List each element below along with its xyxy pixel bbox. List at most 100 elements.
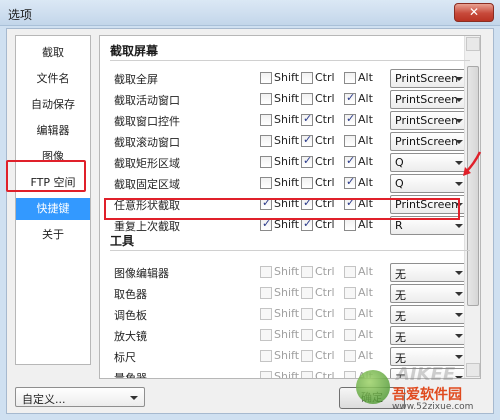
hotkey-row: 截取矩形区域 Shift Ctrl Alt Q [100, 152, 468, 173]
ctrl-checkbox[interactable] [301, 133, 313, 147]
chevron-down-icon [455, 334, 463, 338]
scroll-down-button[interactable] [466, 363, 480, 377]
key-dropdown[interactable]: 无 [390, 284, 468, 303]
alt-checkbox[interactable] [344, 91, 356, 105]
ctrl-checkbox[interactable] [301, 177, 313, 189]
scroll-thumb[interactable] [467, 66, 479, 306]
ctrl-label: Ctrl [315, 328, 335, 341]
key-dropdown[interactable]: R [390, 216, 468, 235]
hotkey-label: 截取矩形区域 [114, 157, 180, 170]
sidebar-item[interactable]: 文件名 [16, 68, 90, 90]
key-value: PrintScreen [395, 72, 459, 85]
ctrl-checkbox [301, 350, 313, 362]
hotkey-row: 截取固定区域 Shift Ctrl Alt Q [100, 173, 468, 194]
chevron-down-icon [455, 292, 463, 296]
key-value: 无 [395, 289, 406, 302]
alt-label: Alt [358, 176, 373, 189]
hotkey-row: 截取活动窗口 Shift Ctrl Alt PrintScreen [100, 89, 468, 110]
shift-checkbox[interactable] [260, 177, 272, 189]
ctrl-label: Ctrl [315, 370, 335, 379]
key-dropdown[interactable]: 无 [390, 263, 468, 282]
key-value: PrintScreen [395, 198, 459, 211]
chevron-down-icon [455, 313, 463, 317]
chevron-down-icon [455, 98, 463, 102]
ctrl-checkbox[interactable] [301, 217, 313, 231]
sidebar-item[interactable]: FTP 空间 [16, 172, 90, 194]
hotkey-label: 截取活动窗口 [114, 94, 180, 107]
shift-checkbox[interactable] [260, 196, 272, 210]
key-dropdown[interactable]: 无 [390, 368, 468, 378]
alt-checkbox[interactable] [344, 196, 356, 210]
key-dropdown[interactable]: PrintScreen [390, 111, 468, 130]
ctrl-label: Ctrl [315, 113, 335, 126]
shift-label: Shift [274, 71, 300, 84]
close-icon[interactable]: ✕ [469, 5, 479, 19]
alt-checkbox[interactable] [344, 219, 356, 231]
hotkey-row: 调色板 Shift Ctrl Alt 无 [100, 304, 468, 325]
ctrl-checkbox[interactable] [301, 93, 313, 105]
options-sidebar: 截取文件名自动保存编辑器图像 FTP 空间 快捷键关于 [15, 35, 91, 365]
ok-button[interactable]: 确定 [339, 387, 405, 409]
shift-checkbox [260, 266, 272, 278]
close-button[interactable]: ✕ [454, 3, 494, 22]
ctrl-label: Ctrl [315, 218, 335, 231]
key-dropdown[interactable]: Q [390, 153, 468, 172]
key-dropdown[interactable]: PrintScreen [390, 195, 468, 214]
shift-label: Shift [274, 176, 300, 189]
ctrl-checkbox [301, 329, 313, 341]
alt-checkbox[interactable] [344, 112, 356, 126]
scroll-up-button[interactable] [466, 37, 480, 51]
shift-checkbox[interactable] [260, 156, 272, 168]
chevron-down-icon [455, 203, 463, 207]
alt-checkbox[interactable] [344, 175, 356, 189]
ctrl-checkbox[interactable] [301, 112, 313, 126]
hotkey-label: 取色器 [114, 288, 147, 301]
sidebar-item[interactable]: 自动保存 [16, 94, 90, 116]
section-title: 工具 [110, 234, 135, 248]
alt-label: Alt [358, 286, 373, 299]
chevron-down-icon [455, 376, 463, 378]
shift-label: Shift [274, 218, 300, 231]
dialog-client: 截取文件名自动保存编辑器图像 FTP 空间 快捷键关于 截取全屏 Shift Ctrl A… [6, 28, 494, 414]
panel-scrollbar[interactable] [464, 36, 480, 378]
sidebar-item[interactable]: 关于 [16, 224, 90, 246]
hotkey-label: 截取全屏 [114, 73, 158, 86]
key-dropdown[interactable]: PrintScreen [390, 90, 468, 109]
sidebar-item[interactable]: 图像 [16, 146, 90, 168]
key-value: PrintScreen [395, 135, 459, 148]
chevron-down-icon [130, 396, 138, 400]
hotkey-row: 取色器 Shift Ctrl Alt 无 [100, 283, 468, 304]
section-title: 截取屏幕 [110, 44, 159, 58]
shift-checkbox[interactable] [260, 135, 272, 147]
shift-checkbox[interactable] [260, 72, 272, 84]
alt-checkbox[interactable] [344, 72, 356, 84]
alt-checkbox[interactable] [344, 135, 356, 147]
alt-checkbox[interactable] [344, 154, 356, 168]
ctrl-checkbox [301, 308, 313, 320]
key-dropdown[interactable]: Q [390, 174, 468, 193]
ctrl-checkbox[interactable] [301, 196, 313, 210]
hotkey-label: 截取固定区域 [114, 178, 180, 191]
alt-label: Alt [358, 328, 373, 341]
key-dropdown[interactable]: 无 [390, 347, 468, 366]
sidebar-item[interactable]: 截取 [16, 42, 90, 64]
ctrl-checkbox[interactable] [301, 154, 313, 168]
preset-dropdown[interactable]: 自定义... [15, 387, 145, 407]
key-dropdown[interactable]: PrintScreen [390, 132, 468, 151]
shift-checkbox[interactable] [260, 114, 272, 126]
sidebar-item[interactable]: 编辑器 [16, 120, 90, 142]
key-dropdown[interactable]: 无 [390, 305, 468, 324]
shift-label: Shift [274, 155, 300, 168]
key-dropdown[interactable]: 无 [390, 326, 468, 345]
ctrl-label: Ctrl [315, 197, 335, 210]
hotkey-label: 截取窗口控件 [114, 115, 180, 128]
key-dropdown[interactable]: PrintScreen [390, 69, 468, 88]
alt-checkbox [344, 308, 356, 320]
shift-checkbox[interactable] [260, 217, 272, 231]
ctrl-checkbox[interactable] [301, 72, 313, 84]
shift-checkbox[interactable] [260, 93, 272, 105]
sidebar-item[interactable]: 快捷键 [16, 198, 90, 220]
key-value: PrintScreen [395, 93, 459, 106]
hotkey-row: 任意形状截取 Shift Ctrl Alt PrintScreen [100, 194, 468, 215]
ctrl-label: Ctrl [315, 92, 335, 105]
